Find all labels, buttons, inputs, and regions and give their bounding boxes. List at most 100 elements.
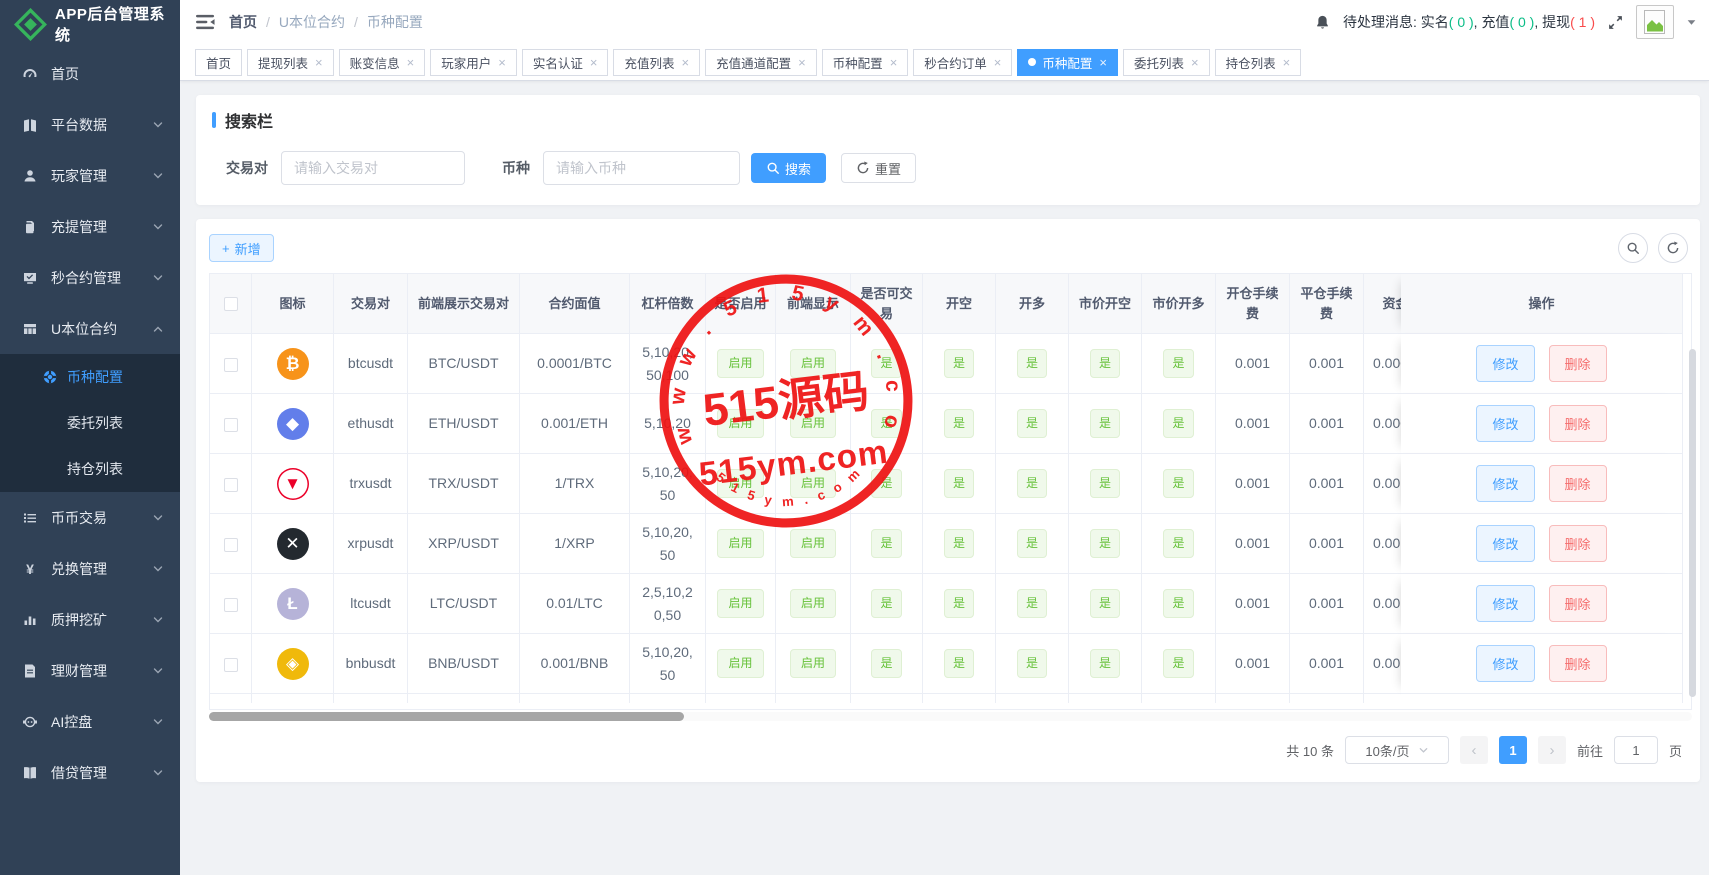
market-short-tag[interactable]: 是 — [1090, 649, 1120, 677]
reset-button[interactable]: 重置 — [841, 153, 916, 183]
open-short-tag[interactable]: 是 — [944, 649, 974, 677]
next-page-button[interactable]: › — [1538, 736, 1566, 764]
current-page-button[interactable]: 1 — [1499, 736, 1527, 764]
enabled-tag[interactable]: 启用 — [717, 589, 763, 617]
sidebar-item[interactable]: 平台数据 — [0, 99, 180, 150]
tab[interactable]: 提现列表× — [247, 49, 334, 76]
open-short-tag[interactable]: 是 — [944, 349, 974, 377]
coin-input[interactable] — [543, 151, 740, 185]
open-long-tag[interactable]: 是 — [1017, 349, 1047, 377]
tab[interactable]: 委托列表× — [1123, 49, 1210, 76]
enabled-tag[interactable]: 启用 — [717, 409, 763, 437]
table-refresh-icon[interactable] — [1658, 233, 1688, 263]
market-short-tag[interactable]: 是 — [1090, 469, 1120, 497]
tradable-tag[interactable]: 是 — [871, 649, 901, 677]
open-long-tag[interactable]: 是 — [1017, 409, 1047, 437]
close-tab-icon[interactable]: × — [1191, 56, 1199, 69]
open-short-tag[interactable]: 是 — [944, 409, 974, 437]
front-show-tag[interactable]: 启用 — [790, 349, 836, 377]
close-tab-icon[interactable]: × — [1099, 56, 1107, 69]
market-short-tag[interactable]: 是 — [1090, 349, 1120, 377]
edit-button[interactable]: 修改 — [1476, 405, 1534, 442]
page-size-select[interactable]: 10条/页 — [1345, 736, 1449, 764]
tab[interactable]: 币种配置× — [822, 49, 909, 76]
delete-button[interactable]: 删除 — [1549, 345, 1607, 382]
tab[interactable]: 玩家用户× — [430, 49, 517, 76]
select-all-checkbox[interactable] — [224, 297, 238, 311]
open-long-tag[interactable]: 是 — [1017, 469, 1047, 497]
add-button[interactable]: + 新增 — [209, 234, 274, 262]
search-button[interactable]: 搜索 — [751, 153, 826, 183]
front-show-tag[interactable]: 启用 — [790, 409, 836, 437]
market-long-tag[interactable]: 是 — [1163, 529, 1193, 557]
sidebar-item[interactable]: 借贷管理 — [0, 747, 180, 798]
sidebar-subitem[interactable]: 委托列表 — [0, 400, 180, 446]
sidebar-subitem[interactable]: 持仓列表 — [0, 446, 180, 492]
row-checkbox[interactable] — [224, 478, 238, 492]
chevron-down-icon[interactable] — [1686, 17, 1697, 28]
goto-page-input[interactable] — [1614, 736, 1658, 764]
avatar[interactable] — [1636, 5, 1674, 39]
row-checkbox[interactable] — [224, 418, 238, 432]
close-tab-icon[interactable]: × — [590, 56, 598, 69]
hamburger-icon[interactable] — [180, 14, 229, 30]
tab[interactable]: 持仓列表× — [1215, 49, 1302, 76]
sidebar-item[interactable]: 充提管理 — [0, 201, 180, 252]
tab[interactable]: 实名认证× — [522, 49, 609, 76]
market-long-tag[interactable]: 是 — [1163, 349, 1193, 377]
delete-button[interactable]: 删除 — [1549, 585, 1607, 622]
tab-active[interactable]: 币种配置× — [1017, 49, 1118, 76]
tradable-tag[interactable]: 是 — [871, 589, 901, 617]
delete-button[interactable]: 删除 — [1549, 525, 1607, 562]
sidebar-item[interactable]: AI控盘 — [0, 696, 180, 747]
front-show-tag[interactable]: 启用 — [790, 649, 836, 677]
edit-button[interactable]: 修改 — [1476, 345, 1534, 382]
edit-button[interactable]: 修改 — [1476, 645, 1534, 682]
delete-button[interactable]: 删除 — [1549, 465, 1607, 502]
row-checkbox[interactable] — [224, 358, 238, 372]
close-tab-icon[interactable]: × — [681, 56, 689, 69]
tradable-tag[interactable]: 是 — [871, 349, 901, 377]
bell-icon[interactable] — [1314, 14, 1331, 31]
open-short-tag[interactable]: 是 — [944, 589, 974, 617]
delete-button[interactable]: 删除 — [1549, 405, 1607, 442]
market-long-tag[interactable]: 是 — [1163, 589, 1193, 617]
breadcrumb-item[interactable]: 首页 — [229, 12, 257, 32]
prev-page-button[interactable]: ‹ — [1460, 736, 1488, 764]
close-tab-icon[interactable]: × — [498, 56, 506, 69]
close-tab-icon[interactable]: × — [1283, 56, 1291, 69]
front-show-tag[interactable]: 启用 — [790, 589, 836, 617]
row-checkbox[interactable] — [224, 658, 238, 672]
tab[interactable]: 秒合约订单× — [913, 49, 1012, 76]
enabled-tag[interactable]: 启用 — [717, 649, 763, 677]
front-show-tag[interactable]: 启用 — [790, 469, 836, 497]
sidebar-item[interactable]: 秒合约管理 — [0, 252, 180, 303]
enabled-tag[interactable]: 启用 — [717, 469, 763, 497]
fullscreen-icon[interactable] — [1607, 14, 1624, 31]
market-short-tag[interactable]: 是 — [1090, 589, 1120, 617]
horizontal-scrollbar-thumb[interactable] — [209, 712, 684, 721]
sidebar-item[interactable]: 玩家管理 — [0, 150, 180, 201]
tab[interactable]: 充值通道配置× — [705, 49, 817, 76]
open-long-tag[interactable]: 是 — [1017, 589, 1047, 617]
row-checkbox[interactable] — [224, 538, 238, 552]
close-tab-icon[interactable]: × — [407, 56, 415, 69]
tradable-tag[interactable]: 是 — [871, 529, 901, 557]
market-long-tag[interactable]: 是 — [1163, 469, 1193, 497]
tradable-tag[interactable]: 是 — [871, 409, 901, 437]
edit-button[interactable]: 修改 — [1476, 465, 1534, 502]
edit-button[interactable]: 修改 — [1476, 525, 1534, 562]
edit-button[interactable]: 修改 — [1476, 585, 1534, 622]
sidebar-item[interactable]: U本位合约 — [0, 303, 180, 354]
enabled-tag[interactable]: 启用 — [717, 349, 763, 377]
close-tab-icon[interactable]: × — [994, 56, 1002, 69]
sidebar-item[interactable]: ¥兑换管理 — [0, 543, 180, 594]
delete-button[interactable]: 删除 — [1549, 645, 1607, 682]
enabled-tag[interactable]: 启用 — [717, 529, 763, 557]
market-long-tag[interactable]: 是 — [1163, 409, 1193, 437]
sidebar-subitem[interactable]: 币种配置 — [0, 354, 180, 400]
tradable-tag[interactable]: 是 — [871, 469, 901, 497]
sidebar-item[interactable]: 质押挖矿 — [0, 594, 180, 645]
close-tab-icon[interactable]: × — [798, 56, 806, 69]
sidebar-item[interactable]: 首页 — [0, 48, 180, 99]
